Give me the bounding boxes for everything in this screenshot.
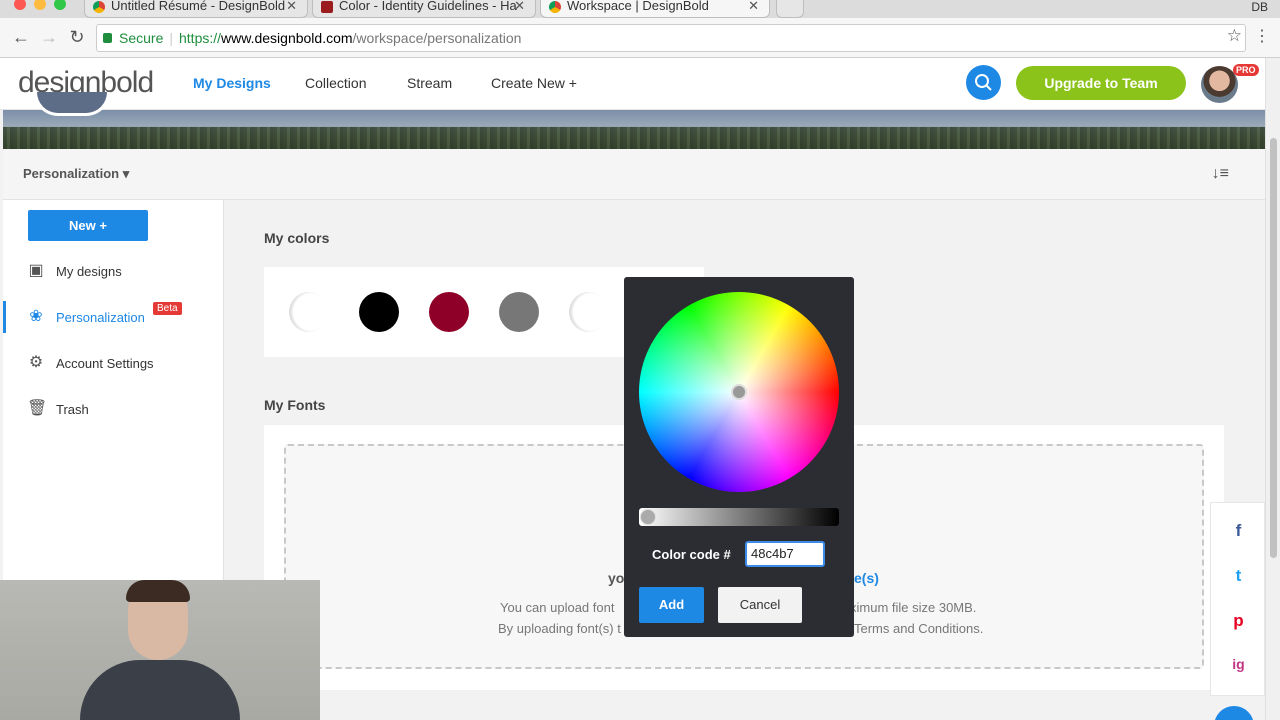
maximize-window-icon[interactable] (54, 0, 66, 10)
reload-icon[interactable]: ↻ (66, 27, 88, 48)
tab-title: Untitled Résumé - DesignBold (111, 0, 286, 13)
page-scrollbar[interactable] (1265, 58, 1280, 720)
new-button[interactable]: New + (28, 210, 148, 241)
my-colors-title: My colors (264, 230, 330, 246)
sidebar-item-label: Trash (56, 402, 89, 417)
chat-bubble-button[interactable] (1214, 706, 1254, 720)
tab-title: Color - Identity Guidelines - Ha (339, 0, 517, 13)
nav-collection[interactable]: Collection (305, 75, 366, 91)
browser-toolbar: ← → ↻ Secure | https://www.designbold.com/… (0, 18, 1280, 58)
pinterest-icon[interactable]: p (1211, 611, 1266, 631)
wheel-handle[interactable] (731, 384, 747, 400)
url-path: /workspace/personalization (352, 30, 522, 46)
pro-badge: PRO (1233, 64, 1259, 76)
scrollbar-thumb[interactable] (1270, 138, 1277, 558)
presenter-hair (126, 580, 190, 602)
back-icon[interactable]: ← (10, 27, 32, 48)
banner-forest (3, 127, 1265, 149)
gear-icon: ⚙ (28, 354, 44, 371)
webcam-overlay (0, 580, 320, 720)
brightness-slider[interactable] (639, 508, 839, 526)
sidebar-item-my-designs[interactable]: ▣ My designs (3, 255, 224, 287)
color-swatch[interactable] (359, 292, 399, 332)
section-dropdown[interactable]: Personalization ▾ (23, 166, 129, 182)
site-header: designbold My Designs Collection Stream … (0, 58, 1265, 110)
close-window-icon[interactable] (14, 0, 26, 10)
sidebar-item-label: My designs (56, 264, 122, 279)
dropzone-info-right: ximum file size 30MB. (850, 600, 977, 615)
url-host: www.designbold.com (221, 30, 353, 46)
my-fonts-title: My Fonts (264, 397, 326, 413)
bookmark-star-icon[interactable]: ☆ (1227, 26, 1242, 46)
nav-my-designs[interactable]: My Designs (193, 75, 271, 91)
cancel-button[interactable]: Cancel (718, 587, 802, 623)
beta-badge: Beta (153, 302, 182, 315)
lock-icon (103, 33, 112, 43)
chrome-favicon-icon (93, 1, 105, 13)
color-swatch[interactable] (499, 292, 539, 332)
address-separator: | (169, 30, 173, 46)
profile-avatar (34, 92, 110, 116)
upgrade-to-team-button[interactable]: Upgrade to Team (1016, 66, 1186, 100)
presenter-body (80, 660, 240, 720)
address-bar[interactable]: Secure | https://www.designbold.com/worksp… (96, 24, 1246, 52)
upload-font-link[interactable]: e(s) (854, 570, 879, 586)
browser-tab-bar: Untitled Résumé - DesignBold ✕ Color - I… (0, 0, 1280, 18)
add-color-button[interactable]: Add (639, 587, 704, 623)
nav-stream[interactable]: Stream (407, 75, 452, 91)
color-swatch[interactable] (289, 292, 329, 332)
color-code-input[interactable]: 48c4b7 (745, 541, 825, 567)
sidebar-item-account-settings[interactable]: ⚙ Account Settings (3, 347, 224, 379)
workspace-subheader: Personalization ▾ ↓≡ (3, 149, 1265, 200)
dropzone-terms-right: Terms and Conditions. (854, 621, 984, 636)
nav-create-new[interactable]: Create New + (491, 75, 577, 91)
forward-icon[interactable]: → (38, 27, 60, 48)
secure-label: Secure (119, 30, 164, 46)
trash-icon: 🗑 (27, 400, 48, 417)
paw-icon: ❀ (29, 308, 43, 325)
browser-tab-color-guidelines[interactable]: Color - Identity Guidelines - Ha ✕ (312, 0, 536, 18)
new-tab-button[interactable] (776, 0, 804, 18)
minimize-window-icon[interactable] (34, 0, 46, 10)
sidebar-item-personalization[interactable]: ❀ Personalization Beta (3, 301, 224, 333)
close-tab-icon[interactable]: ✕ (748, 0, 759, 12)
color-swatch[interactable] (429, 292, 469, 332)
color-code-label: Color code # (652, 547, 731, 562)
dropzone-info-left: You can upload font (500, 600, 615, 615)
profile-initials[interactable]: DB (1251, 0, 1268, 14)
close-tab-icon[interactable]: ✕ (514, 0, 525, 12)
browser-tab-workspace[interactable]: Workspace | DesignBold ✕ (540, 0, 770, 18)
sort-icon[interactable]: ↓≡ (1212, 165, 1229, 183)
browser-tab-resume[interactable]: Untitled Résumé - DesignBold ✕ (84, 0, 308, 18)
color-picker-popup: Color code # 48c4b7 Add Cancel (624, 277, 854, 637)
search-button[interactable] (966, 65, 1001, 100)
color-swatch[interactable] (569, 292, 609, 332)
tab-title: Workspace | DesignBold (567, 0, 709, 13)
dropzone-terms-left: By uploading font(s) t (498, 621, 621, 636)
social-share-rail: f t p ig (1210, 502, 1265, 696)
chrome-favicon-icon (549, 1, 561, 13)
search-icon (975, 74, 992, 91)
sidebar-item-label: Personalization (56, 310, 145, 325)
profile-banner (3, 110, 1265, 149)
facebook-icon[interactable]: f (1211, 521, 1266, 541)
url-scheme: https:// (179, 30, 222, 46)
image-icon: ▣ (28, 262, 44, 279)
shield-favicon-icon (321, 1, 333, 13)
instagram-icon[interactable]: ig (1211, 656, 1266, 672)
browser-menu-icon[interactable]: ⋮ (1254, 26, 1270, 46)
sidebar-item-trash[interactable]: 🗑 Trash (3, 393, 224, 425)
brightness-slider-handle[interactable] (640, 509, 656, 525)
dropzone-lead: yo (608, 570, 625, 586)
twitter-icon[interactable]: t (1211, 566, 1266, 586)
close-tab-icon[interactable]: ✕ (286, 0, 297, 12)
sidebar-item-label: Account Settings (56, 356, 154, 371)
